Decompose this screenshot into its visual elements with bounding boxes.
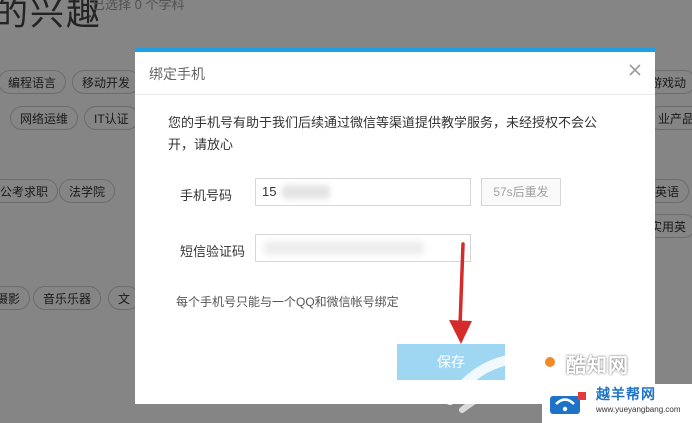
watermark-site-name: 越羊帮网 — [596, 386, 656, 402]
watermark-logo-text: 酷知网 — [566, 355, 629, 377]
watermark-site-url: www.yueyangbang.com — [596, 405, 681, 414]
watermark-site-icon — [550, 392, 586, 414]
